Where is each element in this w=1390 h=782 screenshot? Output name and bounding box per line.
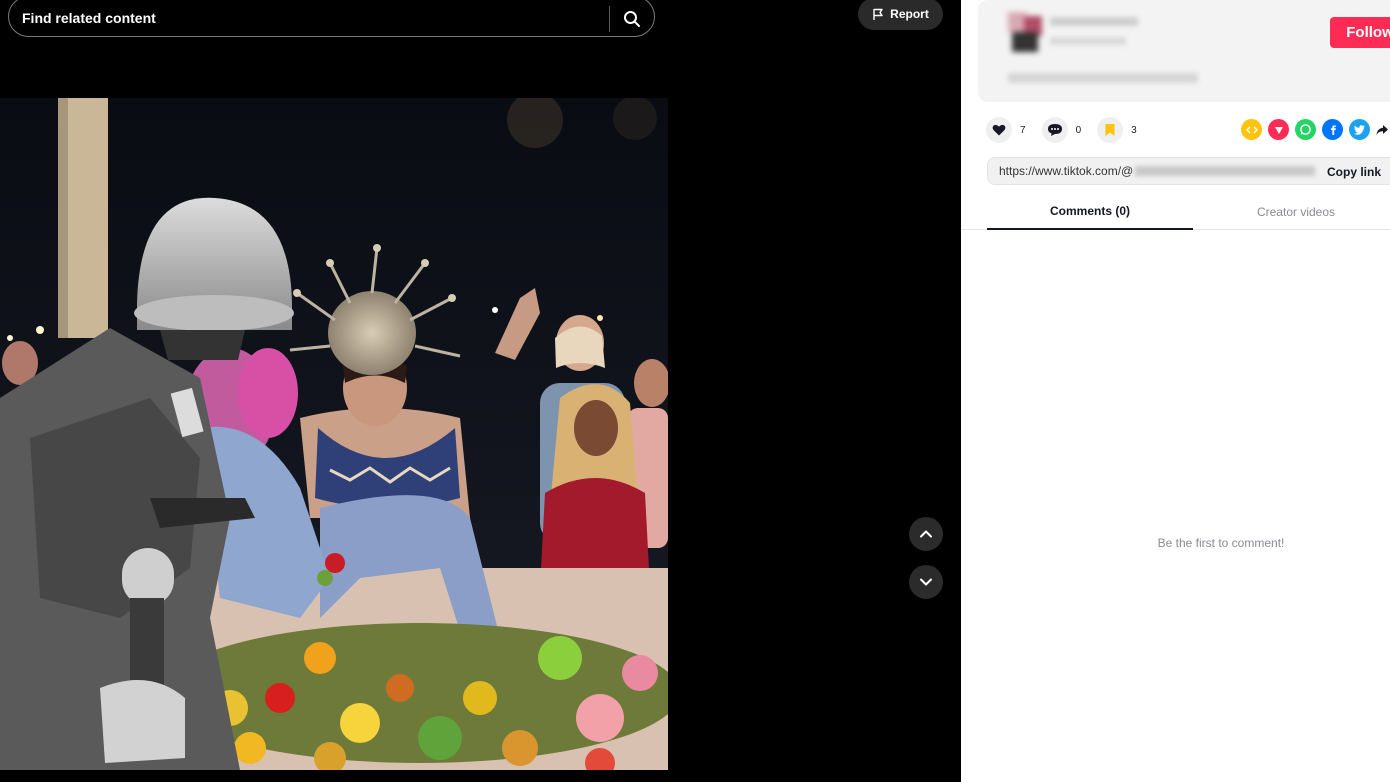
action-row: 7 0 3 [986, 115, 1153, 145]
share-link-redacted [1135, 166, 1316, 176]
share-row [1241, 119, 1388, 141]
follow-button[interactable]: Follow [1330, 17, 1390, 48]
comment-count: 0 [1075, 124, 1082, 136]
share-arrow-glyph [1376, 124, 1388, 135]
report-label: Report [890, 7, 929, 21]
report-button[interactable]: Report [858, 0, 943, 30]
share-link-box[interactable]: https://www.tiktok.com/@ Copy link [987, 157, 1390, 185]
avatar[interactable] [1008, 12, 1044, 52]
flag-icon [873, 8, 883, 20]
whatsapp-icon[interactable] [1295, 119, 1316, 140]
favorite-count: 3 [1131, 124, 1137, 136]
post-caption-redacted [1008, 73, 1198, 83]
search-bar [8, 0, 655, 37]
next-video-button[interactable] [909, 565, 943, 599]
comment-circle [1041, 117, 1068, 143]
search-icon [624, 10, 640, 27]
twitter-glyph [1353, 124, 1365, 135]
side-panel: Follow 7 0 3 https://www.tiktok.com/@ Co… [961, 0, 1390, 782]
heart-icon [992, 124, 1006, 136]
chevron-down-icon [920, 578, 932, 586]
author-handle-redacted [1050, 37, 1126, 45]
video-player[interactable] [0, 98, 668, 770]
embed-icon[interactable] [1241, 119, 1262, 140]
search-input[interactable] [9, 0, 609, 36]
search-button[interactable] [610, 0, 654, 36]
chevron-up-icon [920, 530, 932, 538]
facebook-icon[interactable] [1322, 119, 1343, 140]
send-glyph [1274, 126, 1283, 134]
like-button[interactable]: 7 [986, 117, 1026, 143]
author-card: Follow [978, 0, 1390, 102]
facebook-glyph [1330, 125, 1336, 135]
previous-video-button[interactable] [909, 517, 943, 551]
favorite-button[interactable]: 3 [1097, 117, 1137, 143]
copy-link-button[interactable]: Copy link [1327, 165, 1381, 179]
twitter-icon[interactable] [1349, 119, 1370, 140]
comment-tabs: Comments (0) Creator videos [961, 193, 1390, 230]
author-name-redacted[interactable] [1050, 17, 1138, 26]
favorite-circle [1097, 117, 1124, 143]
share-link-url[interactable]: https://www.tiktok.com/@ [988, 164, 1133, 178]
tab-comments[interactable]: Comments (0) [987, 193, 1193, 230]
empty-comments-message: Be the first to comment! [1157, 536, 1285, 550]
video-frame-image [0, 98, 668, 770]
comment-button[interactable]: 0 [1041, 117, 1082, 143]
share-arrow-icon[interactable] [1376, 119, 1388, 140]
send-to-friends-icon[interactable] [1268, 119, 1289, 140]
comment-icon [1047, 124, 1062, 136]
like-circle [986, 117, 1012, 143]
video-area: Report [0, 0, 960, 782]
follow-label: Follow [1346, 24, 1390, 41]
bookmark-icon [1105, 124, 1115, 136]
whatsapp-glyph [1300, 124, 1311, 135]
tab-creator-videos[interactable]: Creator videos [1193, 193, 1390, 230]
embed-glyph [1245, 125, 1258, 134]
like-count: 7 [1020, 124, 1026, 136]
